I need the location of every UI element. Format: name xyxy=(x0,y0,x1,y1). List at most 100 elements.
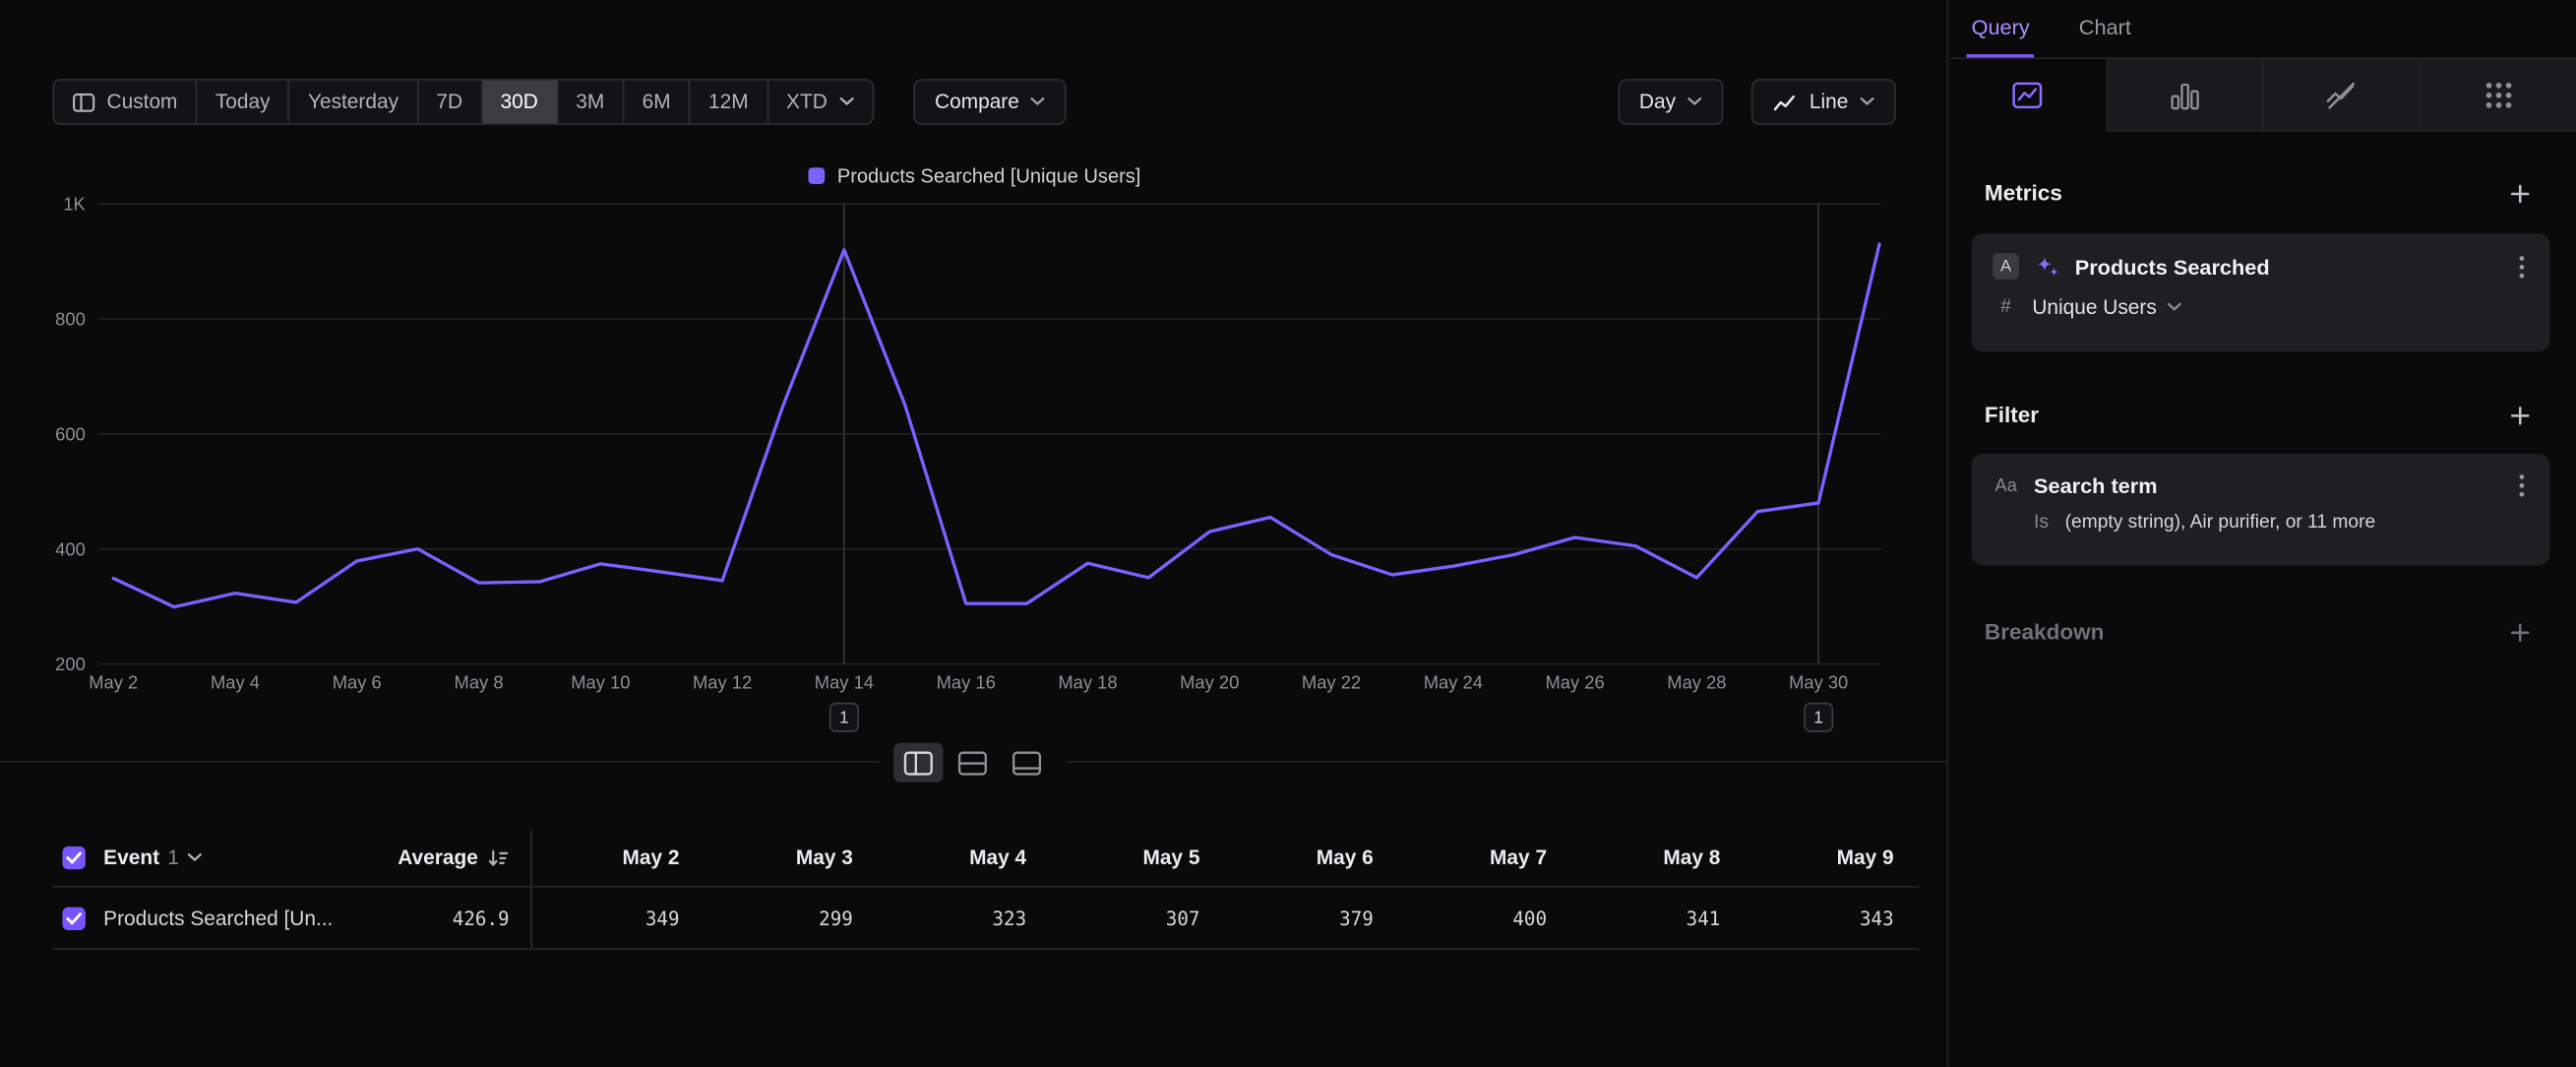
average-column-header[interactable]: Average xyxy=(378,830,530,886)
measure-label: Unique Users xyxy=(2032,296,2156,319)
column-header-may-8[interactable]: May 8 xyxy=(1573,847,1747,869)
row-checkbox[interactable] xyxy=(62,907,85,929)
plus-icon xyxy=(2509,620,2532,643)
annotation-count: 1 xyxy=(839,708,849,727)
date-range-30d[interactable]: 30D xyxy=(480,81,556,123)
event-label: Event xyxy=(103,847,159,869)
layout-chart-with-table-top-button[interactable] xyxy=(948,743,997,783)
table-row[interactable]: Products Searched [Un... 426.9 349299323… xyxy=(52,888,1919,950)
add-breakdown-button[interactable] xyxy=(2509,620,2532,643)
date-range-yesterday[interactable]: Yesterday xyxy=(288,81,416,123)
metric-name: Products Searched xyxy=(2075,254,2500,279)
layout-split-vertical-icon xyxy=(903,750,933,775)
y-tick-label: 400 xyxy=(55,538,86,559)
x-tick-label: May 16 xyxy=(937,672,996,693)
filter-heading: Filter xyxy=(1985,403,2039,427)
layout-chart-with-table-bottom-button[interactable] xyxy=(1002,743,1051,783)
chart-type-tab-dots-grid[interactable] xyxy=(2420,59,2576,131)
kebab-icon xyxy=(2519,254,2526,279)
chart-type-tab-bar-chart[interactable] xyxy=(2106,59,2262,131)
date-range-7d[interactable]: 7D xyxy=(416,81,480,123)
granularity-button[interactable]: Day xyxy=(1618,79,1723,125)
x-tick-label: May 6 xyxy=(333,672,382,693)
date-range-today[interactable]: Today xyxy=(196,81,288,123)
date-range-custom[interactable]: Custom xyxy=(54,81,196,123)
y-tick-label: 600 xyxy=(55,423,86,444)
layout-chart-with-table-left-button[interactable] xyxy=(893,743,943,783)
column-header-may-9[interactable]: May 9 xyxy=(1747,847,1920,869)
column-header-may-3[interactable]: May 3 xyxy=(705,847,879,869)
chart-legend[interactable]: Products Searched [Unique Users] xyxy=(0,164,1948,187)
chevron-down-icon xyxy=(1031,97,1046,107)
chevron-down-icon xyxy=(187,853,202,863)
x-tick-label: May 30 xyxy=(1789,672,1848,693)
add-metric-button[interactable] xyxy=(2509,181,2532,204)
metrics-heading: Metrics xyxy=(1985,181,2062,206)
chevron-down-icon xyxy=(1860,97,1874,107)
plus-icon xyxy=(2509,404,2532,426)
column-header-may-7[interactable]: May 7 xyxy=(1399,847,1572,869)
compare-button[interactable]: Compare xyxy=(913,79,1067,125)
column-header-may-6[interactable]: May 6 xyxy=(1226,847,1399,869)
measure-selector[interactable]: Unique Users xyxy=(2032,296,2180,319)
add-filter-button[interactable] xyxy=(2509,404,2532,426)
filter-property-name: Search term xyxy=(2034,473,2500,498)
filter-operator: Is xyxy=(2034,513,2049,533)
event-selector[interactable]: Event 1 xyxy=(103,847,202,869)
x-tick-label: May 24 xyxy=(1424,672,1483,693)
select-all-checkbox[interactable] xyxy=(62,847,85,869)
date-range-label: 7D xyxy=(436,91,462,113)
date-range-group: Custom Today Yesterday 7D 30D 3M 6M 12M XTD xyxy=(52,79,873,125)
x-tick-label: May 26 xyxy=(1545,672,1604,693)
date-range-label: Yesterday xyxy=(308,91,399,113)
series-line[interactable] xyxy=(113,244,1879,607)
granularity-label: Day xyxy=(1639,91,1676,113)
column-header-may-2[interactable]: May 2 xyxy=(532,847,705,869)
column-header-may-5[interactable]: May 5 xyxy=(1053,847,1226,869)
chart-type-button[interactable]: Line xyxy=(1751,79,1895,125)
chart-type-tab-slashed-line-chart[interactable] xyxy=(2262,59,2419,131)
date-range-label: 30D xyxy=(501,91,538,113)
date-range-xtd[interactable]: XTD xyxy=(767,81,872,123)
metric-card[interactable]: A Products Searched # Unique Users xyxy=(1972,233,2550,351)
date-range-label: 12M xyxy=(708,91,749,113)
x-tick-label: May 4 xyxy=(211,672,260,693)
sparkle-icon xyxy=(2034,253,2060,280)
y-tick-label: 200 xyxy=(55,654,86,674)
cell-may-8: 341 xyxy=(1573,907,1747,929)
date-range-12m[interactable]: 12M xyxy=(689,81,767,123)
metric-options-button[interactable] xyxy=(2515,254,2528,279)
check-icon xyxy=(66,911,83,924)
date-range-6m[interactable]: 6M xyxy=(623,81,689,123)
x-tick-label: May 2 xyxy=(89,672,138,693)
tab-chart[interactable]: Chart xyxy=(2074,0,2136,57)
date-range-label: Custom xyxy=(107,91,178,113)
filter-value[interactable]: (empty string), Air purifier, or 11 more xyxy=(2065,513,2376,533)
chevron-down-icon xyxy=(838,97,853,107)
filter-card[interactable]: Aa Search term Is (empty string), Air pu… xyxy=(1972,454,2550,566)
panel-tabs: Query Chart xyxy=(1950,0,2576,57)
date-range-3m[interactable]: 3M xyxy=(556,81,622,123)
series-letter-badge: A xyxy=(1993,253,2019,280)
event-count: 1 xyxy=(167,847,179,869)
date-column-headers: May 2May 3May 4May 5May 6May 7May 8May 9 xyxy=(530,830,1920,886)
date-range-label: XTD xyxy=(786,91,828,113)
layout-split-horizontal-icon xyxy=(957,750,987,775)
filter-options-button[interactable] xyxy=(2515,473,2528,498)
line-chart-icon xyxy=(1773,92,1798,113)
check-icon xyxy=(66,851,83,864)
report-canvas: 2004006008001KMay 2May 4May 6May 8May 10… xyxy=(0,0,1948,1067)
row-value-cells: 349299323307379400341343 xyxy=(530,888,1920,949)
chart-type-tab-line-chart[interactable] xyxy=(1950,59,2106,131)
breakdown-heading: Breakdown xyxy=(1985,619,2105,644)
x-tick-label: May 28 xyxy=(1667,672,1726,693)
slashed-line-chart-icon xyxy=(2323,77,2360,113)
column-header-may-4[interactable]: May 4 xyxy=(880,847,1053,869)
viewport: 2004006008001KMay 2May 4May 6May 8May 10… xyxy=(0,0,2576,1067)
date-range-label: 3M xyxy=(576,91,604,113)
x-tick-label: May 8 xyxy=(455,672,504,693)
cell-may-3: 299 xyxy=(705,907,879,929)
tab-query[interactable]: Query xyxy=(1967,0,2035,57)
legend-label: Products Searched [Unique Users] xyxy=(837,164,1140,187)
analytics-app: 2004006008001KMay 2May 4May 6May 8May 10… xyxy=(0,0,2576,1067)
